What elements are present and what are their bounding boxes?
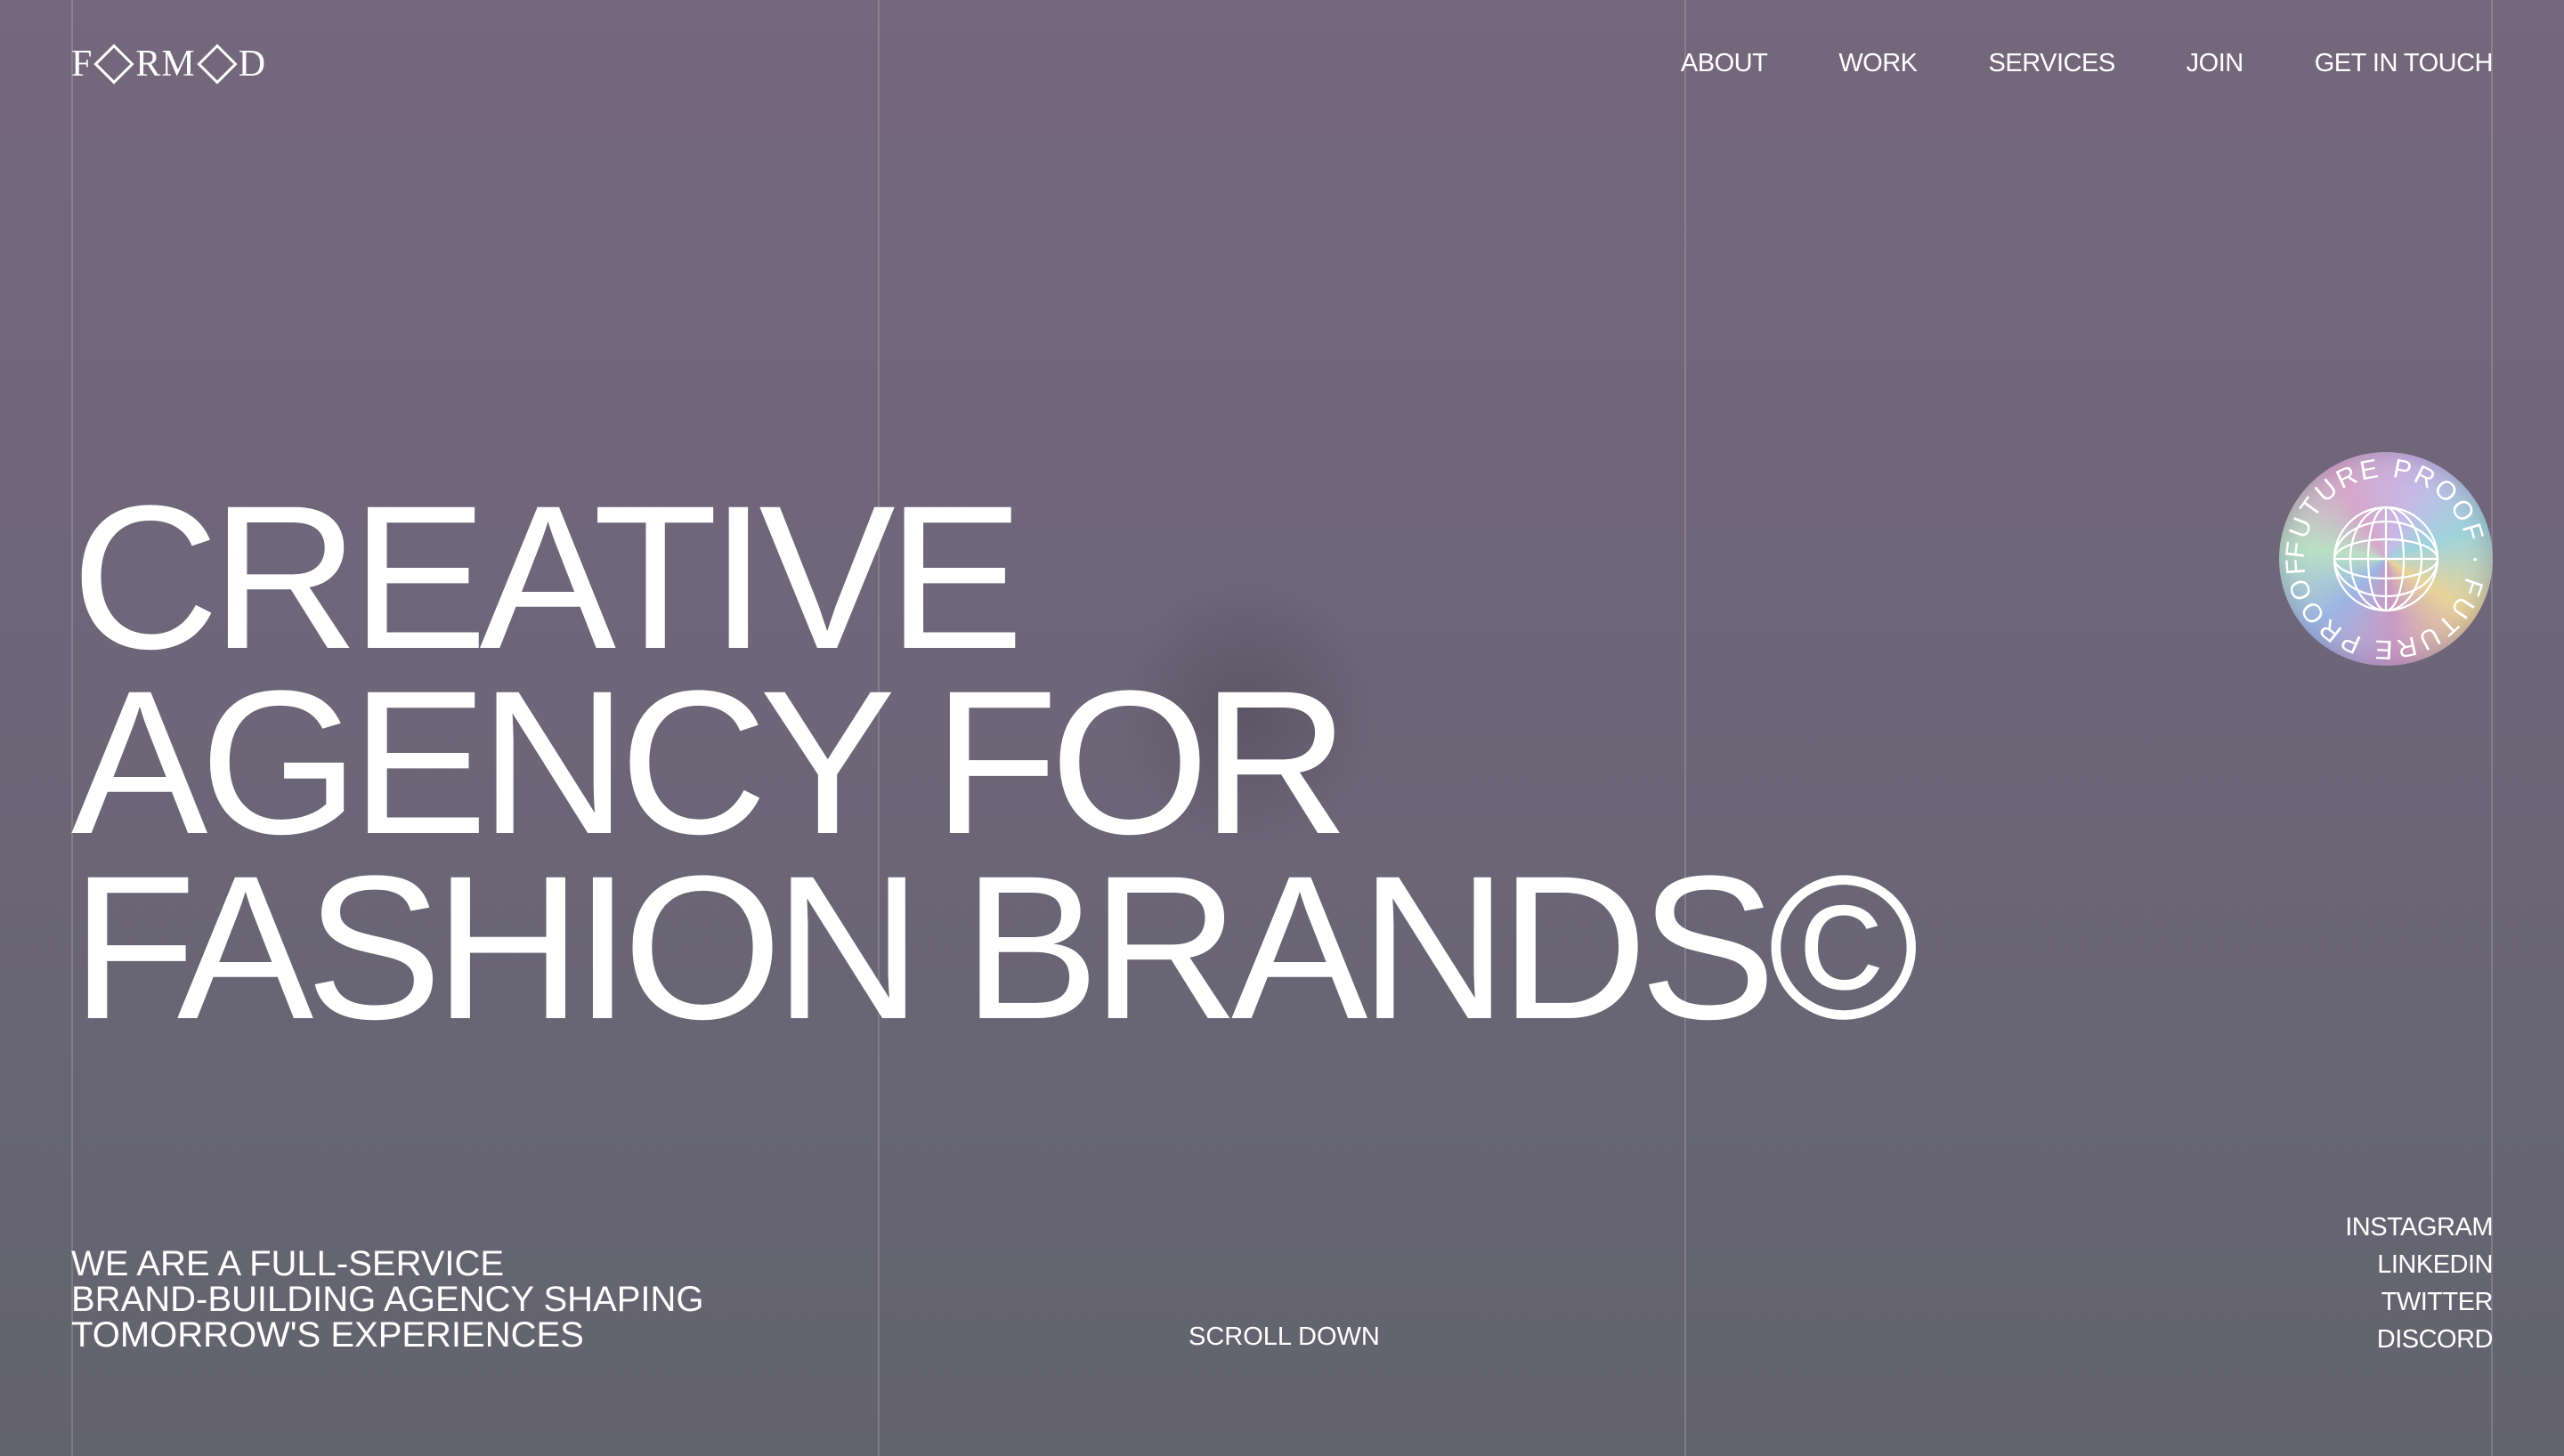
hero-line-3: FASHION BRANDS©: [71, 833, 1919, 1062]
social-links: INSTAGRAM LINKEDIN TWITTER DISCORD: [2345, 1209, 2493, 1358]
hero-line-1: CREATIVE: [71, 463, 1024, 692]
tagline-line-3: TOMORROW'S EXPERIENCES: [71, 1315, 584, 1355]
logo-diamond-icon: [93, 44, 134, 85]
nav-item-join[interactable]: JOIN: [2187, 46, 2244, 80]
nav-item-work[interactable]: WORK: [1838, 46, 1918, 80]
social-link-instagram[interactable]: INSTAGRAM: [2345, 1209, 2493, 1246]
social-link-discord[interactable]: DISCORD: [2377, 1321, 2494, 1358]
hero-headline: CREATIVE AGENCY FOR FASHION BRANDS©: [71, 463, 1919, 1062]
logo-text-middle: RM: [135, 44, 196, 85]
logo-text-end: D: [238, 44, 267, 85]
nav-item-services[interactable]: SERVICES: [1989, 46, 2116, 80]
globe-icon: [2333, 506, 2439, 612]
badge-graphic: FUTURE PROOF · FUTURE PROOF ·: [2279, 452, 2488, 664]
nav-item-about[interactable]: ABOUT: [1681, 46, 1768, 80]
tagline: WE ARE A FULL-SERVICE BRAND-BUILDING AGE…: [71, 1246, 704, 1353]
social-link-twitter[interactable]: TWITTER: [2381, 1283, 2494, 1321]
hero-line-2: AGENCY FOR: [71, 648, 1350, 877]
nav-item-get-in-touch[interactable]: GET IN TOUCH: [2315, 46, 2494, 80]
brand-logo[interactable]: F RM D: [71, 44, 267, 85]
logo-diamond-icon: [197, 44, 238, 85]
logo-text-start: F: [71, 44, 93, 85]
scroll-down-link[interactable]: SCROLL DOWN: [1189, 1321, 1380, 1353]
future-proof-badge: FUTURE PROOF · FUTURE PROOF ·: [2279, 452, 2493, 666]
main-nav: ABOUT WORK SERVICES JOIN GET IN TOUCH: [1681, 46, 2494, 80]
tagline-line-2: BRAND-BUILDING AGENCY SHAPING: [71, 1280, 704, 1319]
social-link-linkedin[interactable]: LINKEDIN: [2377, 1246, 2493, 1283]
tagline-line-1: WE ARE A FULL-SERVICE: [71, 1244, 505, 1283]
